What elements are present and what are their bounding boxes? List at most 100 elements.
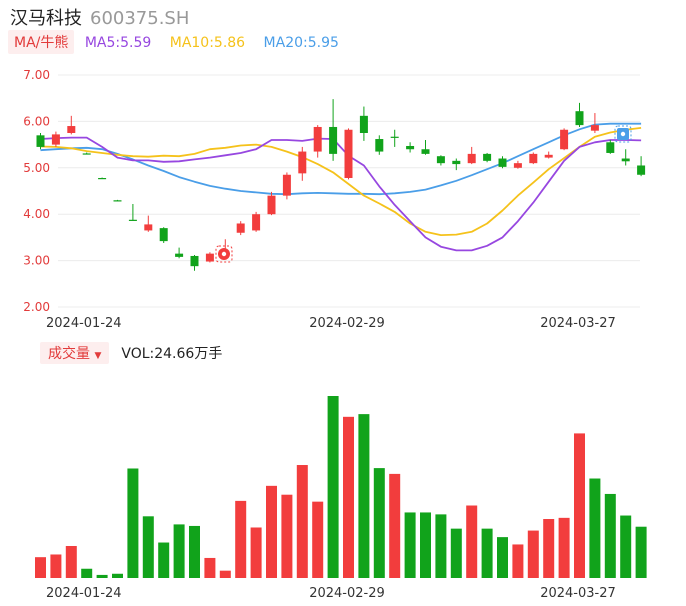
- candle-body: [359, 115, 368, 133]
- candle-body: [513, 163, 522, 168]
- candle-body: [529, 153, 538, 164]
- price-grid: [58, 74, 640, 308]
- volume-bar: [235, 500, 247, 578]
- candle-body: [390, 136, 399, 138]
- candle-body: [560, 129, 569, 150]
- ma20-line: [40, 122, 642, 196]
- volume-bar: [543, 519, 555, 578]
- volume-bar: [635, 526, 647, 578]
- price-axis: 7.00 6.00 5.00 4.00 3.00 2.00: [23, 68, 50, 314]
- volume-bar: [81, 568, 93, 578]
- candle-body: [621, 158, 630, 162]
- candle-body: [113, 200, 122, 202]
- ma-crossing-marker-icon[interactable]: [215, 245, 233, 263]
- candle-body: [190, 255, 199, 267]
- volume-bar: [497, 537, 508, 578]
- candle-body: [128, 219, 137, 221]
- volume-bar: [373, 468, 385, 578]
- volume-bar: [158, 542, 170, 578]
- volume-bar: [173, 524, 185, 578]
- candle-body: [637, 165, 646, 175]
- volume-bar: [96, 574, 108, 578]
- candle-body: [205, 253, 214, 262]
- volume-bar: [420, 512, 431, 578]
- volume-bar: [450, 528, 462, 578]
- candle-body: [313, 126, 322, 152]
- volume-bar: [112, 573, 123, 578]
- volume-bar: [389, 473, 401, 578]
- candle-body: [421, 149, 430, 154]
- candle-body: [406, 145, 415, 150]
- volume-bar: [127, 468, 139, 578]
- candle-body: [575, 111, 584, 126]
- date-tick-label: 2024-02-29: [309, 586, 385, 601]
- candle-body: [375, 139, 384, 152]
- candle-body: [267, 195, 276, 215]
- candle-body: [98, 178, 107, 180]
- price-tick-label: 6.00: [23, 114, 50, 128]
- kline-chart[interactable]: 7.006.005.004.003.002.00 2024-01-24 2024-…: [0, 0, 686, 606]
- volume-bar: [50, 554, 62, 578]
- date-tick-label: 2024-03-27: [540, 316, 616, 331]
- candle-body: [175, 253, 184, 257]
- date-tick-label: 2024-01-24: [46, 316, 122, 331]
- candle-body: [144, 224, 153, 231]
- candle-body: [36, 135, 45, 147]
- volume-bar: [250, 527, 262, 578]
- date-tick-label: 2024-01-24: [46, 586, 122, 601]
- candle-body: [236, 223, 245, 233]
- volume-bar: [296, 465, 308, 578]
- price-tick-label: 3.00: [23, 254, 50, 268]
- volume-bar: [574, 433, 585, 578]
- candle-body: [252, 214, 261, 231]
- volume-bar: [527, 530, 539, 578]
- candle-body: [436, 156, 445, 164]
- date-tick-label: 2024-03-27: [540, 586, 616, 601]
- candle-body: [344, 129, 353, 179]
- volume-bars: [35, 396, 647, 578]
- candle-body: [467, 153, 476, 164]
- candle-body: [298, 151, 307, 174]
- candle-body: [483, 153, 492, 161]
- volume-bar: [620, 515, 632, 578]
- date-tick-label: 2024-02-29: [309, 316, 385, 331]
- candle-body: [452, 160, 461, 165]
- volume-bar: [558, 517, 570, 578]
- volume-bar: [589, 478, 601, 578]
- moving-averages: [40, 122, 642, 252]
- candle-body: [329, 126, 338, 154]
- volume-bar: [343, 416, 354, 578]
- volume-bar: [266, 485, 277, 578]
- price-tick-label: 7.00: [23, 68, 50, 82]
- price-tick-label: 2.00: [23, 300, 50, 314]
- ma10-line: [40, 127, 642, 237]
- volume-bar: [466, 505, 478, 578]
- volume-bar: [404, 512, 416, 578]
- price-date-axis: 2024-01-24 2024-02-29 2024-03-27: [46, 316, 616, 331]
- volume-bar: [481, 528, 493, 578]
- volume-bar: [358, 414, 370, 578]
- volume-bar: [219, 570, 231, 578]
- volume-bar: [512, 544, 524, 578]
- price-tick-label: 5.00: [23, 161, 50, 175]
- volume-bar: [327, 396, 339, 578]
- candle-body: [544, 154, 553, 158]
- volume-bar: [189, 525, 200, 578]
- candle-body: [282, 174, 291, 196]
- volume-bar: [142, 516, 154, 578]
- volume-bar: [204, 557, 216, 578]
- candle-body: [590, 125, 599, 131]
- volume-bar: [281, 494, 293, 578]
- volume-date-axis: 2024-01-24 2024-02-29 2024-03-27: [46, 586, 616, 601]
- candle-body: [498, 158, 507, 167]
- candle-body: [159, 228, 168, 242]
- candle-body: [67, 126, 76, 133]
- volume-bar: [65, 545, 77, 578]
- volume-bar: [35, 557, 46, 578]
- candlesticks: [36, 99, 646, 271]
- volume-bar: [604, 493, 616, 578]
- volume-bar: [312, 501, 324, 578]
- volume-bar: [435, 514, 447, 578]
- price-tick-label: 4.00: [23, 207, 50, 221]
- candle-body: [82, 153, 91, 155]
